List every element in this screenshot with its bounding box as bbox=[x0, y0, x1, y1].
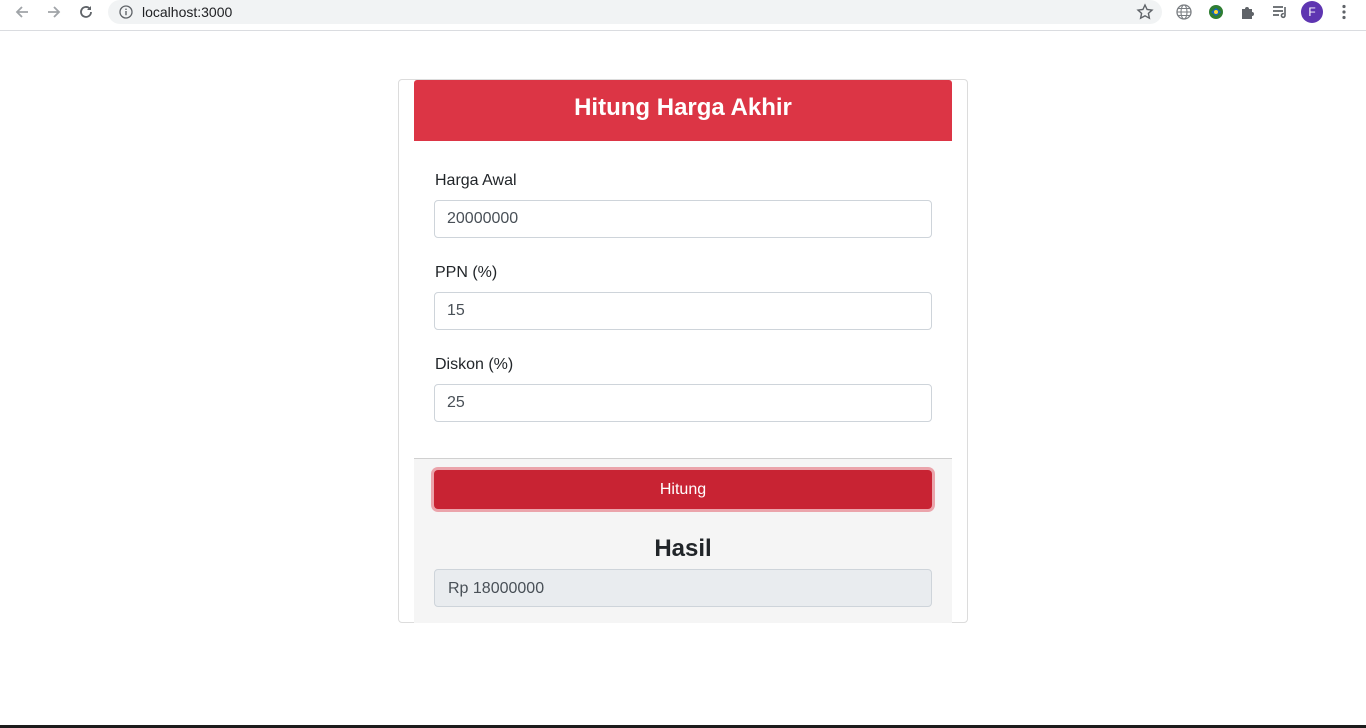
puzzle-icon[interactable] bbox=[1239, 3, 1257, 21]
avatar[interactable]: F bbox=[1301, 1, 1323, 23]
harga-awal-input[interactable] bbox=[434, 200, 932, 238]
card-header: Hitung Harga Akhir bbox=[414, 80, 952, 141]
calculator-card: Hitung Harga Akhir Harga Awal PPN (%) Di… bbox=[398, 79, 968, 623]
card-footer: Hitung Hasil Rp 18000000 bbox=[414, 458, 952, 623]
ppn-label: PPN (%) bbox=[435, 264, 498, 281]
back-icon[interactable] bbox=[8, 0, 36, 24]
extension-icon[interactable] bbox=[1207, 3, 1225, 21]
result-title: Hasil bbox=[654, 535, 712, 562]
reload-icon[interactable] bbox=[72, 0, 100, 24]
browser-toolbar: localhost:3000 F bbox=[0, 0, 1366, 31]
address-bar[interactable]: localhost:3000 bbox=[108, 0, 1162, 24]
diskon-label: Diskon (%) bbox=[435, 356, 514, 373]
url-text: localhost:3000 bbox=[142, 4, 233, 20]
globe-icon[interactable] bbox=[1175, 3, 1193, 21]
reading-list-icon[interactable] bbox=[1271, 3, 1289, 21]
forward-icon[interactable] bbox=[40, 0, 68, 24]
harga-awal-label: Harga Awal bbox=[435, 172, 517, 189]
diskon-input[interactable] bbox=[434, 384, 932, 422]
result-field: Rp 18000000 bbox=[434, 569, 932, 607]
page-title: Hitung Harga Akhir bbox=[574, 94, 792, 121]
info-icon[interactable] bbox=[119, 5, 133, 19]
more-icon[interactable] bbox=[1335, 3, 1353, 21]
hitung-button[interactable]: Hitung bbox=[434, 470, 932, 509]
ppn-input[interactable] bbox=[434, 292, 932, 330]
star-icon[interactable] bbox=[1136, 3, 1154, 21]
